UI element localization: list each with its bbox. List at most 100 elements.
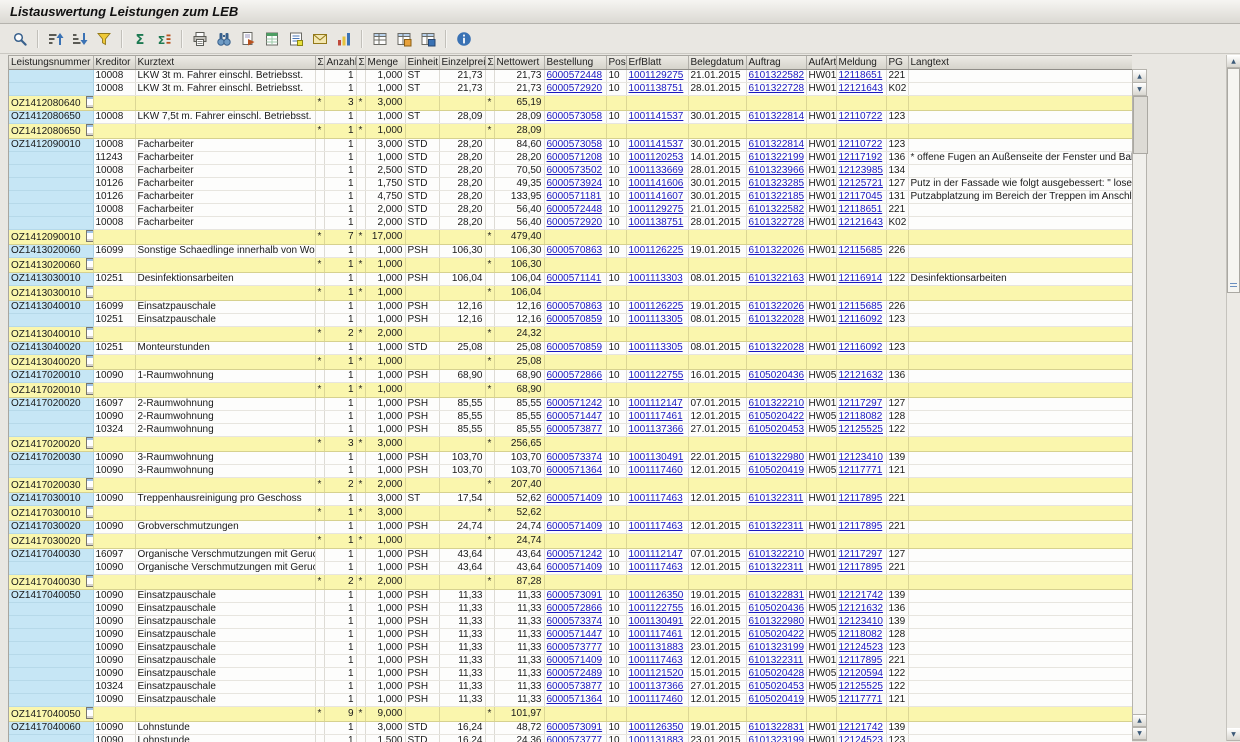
column-header-sigma_anzahl[interactable]: Σ	[315, 56, 324, 70]
erfblatt-link[interactable]: 1001137366	[629, 424, 684, 435]
table-row[interactable]: OZ141703002010090Grobverschmutzungen11,0…	[9, 521, 1132, 534]
bestellung-link[interactable]: 6000571208	[547, 152, 603, 163]
column-header-sigma_menge[interactable]: Σ	[356, 56, 365, 70]
subtotal-detail-icon[interactable]	[86, 124, 93, 136]
subtotal-row[interactable]: OZ1417040030*2*2,000*87,28	[9, 575, 1132, 590]
bestellung-link[interactable]: 6000571447	[547, 411, 603, 422]
grid-scrollbar-thumb[interactable]	[1133, 96, 1148, 154]
column-header-nettowert[interactable]: Nettowert	[494, 56, 544, 70]
auftrag-link[interactable]: 6101322026	[749, 245, 805, 256]
bestellung-link[interactable]: 6000573374	[547, 452, 603, 463]
table-row[interactable]: OZ141704006010090Lohnstunde13,000STD16,2…	[9, 722, 1132, 735]
column-header-erfblatt[interactable]: ErfBlatt	[626, 56, 688, 70]
subtotal-row[interactable]: OZ1417020030*2*2,000*207,40	[9, 478, 1132, 493]
change-layout-button[interactable]	[393, 28, 415, 50]
subtotal-detail-icon[interactable]	[86, 534, 93, 546]
erfblatt-link[interactable]: 1001117463	[629, 562, 683, 573]
meldung-link[interactable]: 12117297	[839, 398, 883, 409]
bestellung-link[interactable]: 6000571242	[547, 549, 603, 560]
erfblatt-link[interactable]: 1001141606	[629, 178, 684, 189]
table-row[interactable]: OZ141303001010251Desinfektionsarbeiten11…	[9, 273, 1132, 286]
erfblatt-link[interactable]: 1001122755	[629, 370, 684, 381]
subtotal-button[interactable]: Σ	[153, 28, 175, 50]
table-row[interactable]: 10090Einsatzpauschale11,000PSH11,3311,33…	[9, 616, 1132, 629]
meldung-link[interactable]: 12121742	[839, 722, 884, 733]
auftrag-link[interactable]: 6105020422	[749, 411, 805, 422]
erfblatt-link[interactable]: 1001126350	[629, 590, 684, 601]
auftrag-link[interactable]: 6101322728	[749, 217, 805, 228]
grid-scroll-up-icon[interactable]: ▲	[1133, 70, 1146, 83]
subtotal-detail-icon[interactable]	[86, 383, 93, 395]
subtotal-row[interactable]: OZ1417030010*1*3,000*52,62	[9, 506, 1132, 521]
meldung-link[interactable]: 12115685	[839, 245, 883, 256]
meldung-link[interactable]: 12117192	[839, 152, 883, 163]
auftrag-link[interactable]: 6105020453	[749, 424, 805, 435]
grid-vscrollbar[interactable]: ▲ ▼ ▲ ▼	[1132, 69, 1147, 741]
table-row[interactable]: OZ141304001016099Einsatzpauschale11,000P…	[9, 301, 1132, 314]
bestellung-link[interactable]: 6000573777	[547, 642, 603, 653]
table-row[interactable]: 10090Einsatzpauschale11,000PSH11,3311,33…	[9, 694, 1132, 707]
table-row[interactable]: 10008LKW 3t m. Fahrer einschl. Betriebss…	[9, 70, 1132, 83]
erfblatt-link[interactable]: 1001112147	[629, 549, 683, 560]
bestellung-link[interactable]: 6000573091	[547, 590, 603, 601]
column-header-aufart[interactable]: AufArt	[806, 56, 836, 70]
erfblatt-link[interactable]: 1001126350	[629, 722, 684, 733]
choose-detail-button[interactable]	[9, 28, 31, 50]
subtotal-row[interactable]: OZ1413040010*2*2,000*24,32	[9, 327, 1132, 342]
total-button[interactable]: Σ	[129, 28, 151, 50]
auftrag-link[interactable]: 6101322831	[749, 590, 805, 601]
meldung-link[interactable]: 12123985	[839, 165, 884, 176]
column-header-pg[interactable]: PG	[886, 56, 908, 70]
erfblatt-link[interactable]: 1001117460	[629, 694, 683, 705]
subtotal-row[interactable]: OZ1417030020*1*1,000*24,74	[9, 534, 1132, 549]
meldung-link[interactable]: 12125525	[839, 424, 884, 435]
meldung-link[interactable]: 12110722	[839, 111, 883, 122]
meldung-link[interactable]: 12116092	[839, 314, 883, 325]
meldung-link[interactable]: 12123410	[839, 452, 884, 463]
meldung-link[interactable]: 12118651	[839, 70, 883, 81]
auftrag-link[interactable]: 6101322210	[749, 398, 805, 409]
column-header-sigma_nettowert[interactable]: Σ	[485, 56, 494, 70]
subtotal-row[interactable]: OZ1412090010*7*17,000*479,40	[9, 230, 1132, 245]
column-header-einzelpreis[interactable]: Einzelprei	[439, 56, 485, 70]
table-row[interactable]: 11243Facharbeiter11,000STD28,2028,206000…	[9, 152, 1132, 165]
meldung-link[interactable]: 12117895	[839, 562, 883, 573]
bestellung-link[interactable]: 6000571409	[547, 521, 603, 532]
table-row[interactable]: OZ1417020030100903-Raumwohnung11,000PSH1…	[9, 452, 1132, 465]
meldung-link[interactable]: 12120594	[839, 668, 884, 679]
meldung-link[interactable]: 12121643	[839, 83, 884, 94]
meldung-link[interactable]: 12121632	[839, 603, 884, 614]
column-header-anzahl[interactable]: Anzahl	[324, 56, 356, 70]
bestellung-link[interactable]: 6000572920	[547, 83, 603, 94]
table-row[interactable]: OZ141704003016097Organische Verschmutzun…	[9, 549, 1132, 562]
erfblatt-link[interactable]: 1001117463	[629, 521, 683, 532]
erfblatt-link[interactable]: 1001129275	[629, 70, 684, 81]
bestellung-link[interactable]: 6000573502	[547, 165, 603, 176]
table-row[interactable]: OZ1417020020160972-Raumwohnung11,000PSH8…	[9, 398, 1132, 411]
auftrag-link[interactable]: 6101322980	[749, 616, 805, 627]
bestellung-link[interactable]: 6000571364	[547, 465, 603, 476]
save-layout-button[interactable]	[417, 28, 439, 50]
window-scrollbar-thumb[interactable]	[1227, 68, 1240, 293]
auftrag-link[interactable]: 6105020436	[749, 603, 805, 614]
subtotal-detail-icon[interactable]	[86, 707, 93, 719]
erfblatt-link[interactable]: 1001126225	[629, 301, 684, 312]
meldung-link[interactable]: 12115685	[839, 301, 883, 312]
export-spreadsheet-button[interactable]	[261, 28, 283, 50]
table-row[interactable]: 103242-Raumwohnung11,000PSH85,5585,55600…	[9, 424, 1132, 437]
table-row[interactable]: 10090Einsatzpauschale11,000PSH11,3311,33…	[9, 668, 1132, 681]
bestellung-link[interactable]: 6000573091	[547, 722, 603, 733]
subtotal-detail-icon[interactable]	[86, 478, 93, 490]
bestellung-link[interactable]: 6000573877	[547, 681, 603, 692]
auftrag-link[interactable]: 6101323285	[749, 178, 805, 189]
erfblatt-link[interactable]: 1001138751	[629, 217, 684, 228]
window-vscrollbar[interactable]: ▲ ▼	[1226, 55, 1240, 741]
erfblatt-link[interactable]: 1001141537	[629, 111, 684, 122]
erfblatt-link[interactable]: 1001141537	[629, 139, 684, 150]
export-word-button[interactable]	[285, 28, 307, 50]
table-row[interactable]: 10008Facharbeiter12,500STD28,2070,506000…	[9, 165, 1132, 178]
bestellung-link[interactable]: 6000571364	[547, 694, 603, 705]
bestellung-link[interactable]: 6000571141	[547, 273, 602, 284]
bestellung-link[interactable]: 6000571447	[547, 629, 603, 640]
auftrag-link[interactable]: 6105020419	[749, 694, 805, 705]
